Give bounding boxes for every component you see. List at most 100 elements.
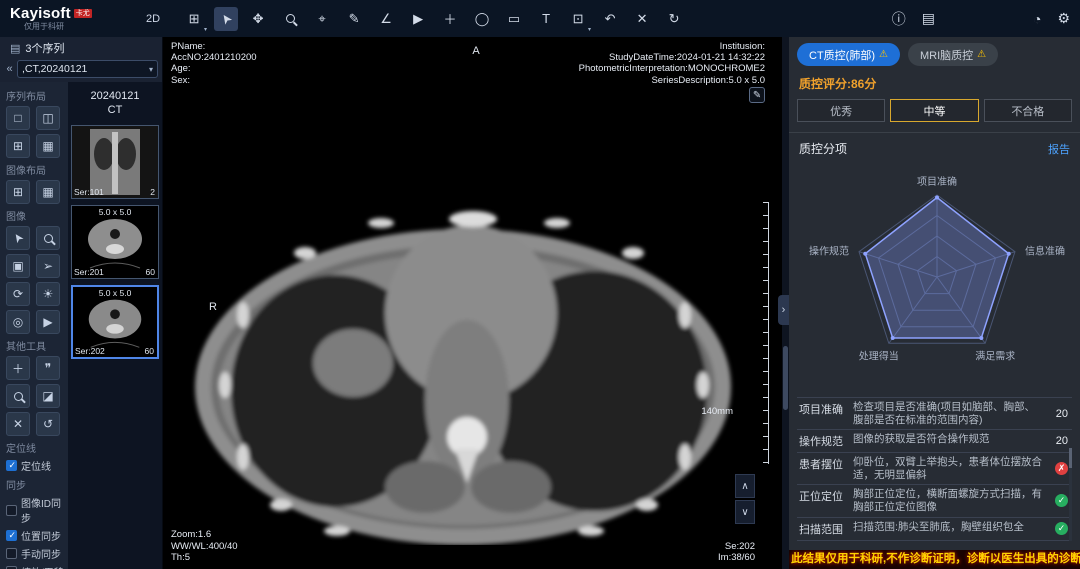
other-delete-button[interactable]: ✕ — [6, 412, 30, 436]
report-link[interactable]: 报告 — [1048, 141, 1070, 157]
table-scrollbar[interactable] — [1069, 448, 1072, 541]
crosshair-tool[interactable]: ⌖ — [310, 7, 334, 31]
tab-ct-lung-qc[interactable]: CT质控(肺部) ⚠ — [797, 43, 900, 66]
chevron-down-icon: ▾ — [204, 26, 207, 33]
thickness-label: Th:5 — [171, 552, 238, 563]
zoom-tool[interactable] — [278, 7, 302, 31]
series-overlay: Se:202 Im:38/60 — [718, 541, 755, 563]
series-count-label: 3个序列 — [25, 40, 64, 56]
table-row: 项目准确 检查项目是否准确(项目如脑部、胸部、腹部是否在标准的范围内容) 20 — [797, 398, 1072, 430]
sync-label: 位置同步 — [21, 528, 61, 543]
cursor-icon: ➤ — [9, 230, 26, 246]
image-play-button[interactable]: ▶ — [36, 310, 60, 334]
image-layout-2x2-button[interactable]: ⊞ — [6, 180, 30, 204]
measurement-ruler — [762, 202, 769, 464]
magnifier-icon — [286, 14, 295, 23]
window-label: WW/WL:400/40 — [171, 541, 238, 552]
tab-mri-brain-qc[interactable]: MRI脑质控 ⚠ — [908, 43, 998, 66]
section-label-image-layout: 图像布局 — [6, 162, 68, 177]
zoom-overlay: Zoom:1.6 WW/WL:400/40 Th:5 — [171, 529, 238, 563]
measure-icon: ∠ — [380, 11, 392, 27]
other-comment-button[interactable]: ❞ — [36, 356, 60, 380]
series-thumbnail-201[interactable]: 5.0 x 5.0 Ser:201 60 — [71, 205, 159, 279]
layout-1x2-button[interactable]: ◫ — [36, 106, 60, 130]
rotate-tool[interactable]: ↻ — [662, 7, 686, 31]
settings-button[interactable]: ⚙ — [1057, 10, 1070, 27]
radar-axis-label: 处理得当 — [859, 349, 899, 362]
other-reset-button[interactable]: ↺ — [36, 412, 60, 436]
ct-image[interactable] — [185, 195, 745, 545]
info-button[interactable]: ⓘ — [892, 9, 906, 29]
other-search-button[interactable] — [6, 384, 30, 408]
layout-3x3-button[interactable]: ▦ — [36, 134, 60, 158]
orientation-right: R — [209, 301, 217, 313]
sex-label: Sex: — [171, 75, 257, 86]
text-tool[interactable]: T — [534, 7, 558, 31]
collapse-left-panel-button[interactable]: « — [4, 63, 15, 75]
undo-icon: ↶ — [605, 11, 616, 27]
text-grid-tool[interactable]: ⊡ ▾ — [566, 7, 590, 31]
criterion-desc: 检查项目是否准确(项目如脑部、胸部、腹部是否在标准的范围内容) — [849, 398, 1046, 429]
pname-label: PName: — [171, 41, 257, 52]
grade-fail-button[interactable]: 不合格 — [984, 99, 1072, 122]
other-add-button[interactable]: ＋ — [6, 356, 30, 380]
pencil-icon: ✎ — [753, 90, 761, 101]
series-panel-icon: ▤ — [10, 42, 20, 55]
rect-tool[interactable]: ▭ — [502, 7, 526, 31]
radar-axis-label: 信息准确 — [1025, 245, 1065, 258]
series-thumbnail-101[interactable]: Ser:101 2 — [71, 125, 159, 199]
scrollbar-thumb[interactable] — [783, 346, 788, 410]
study-label: 20240121 CT — [68, 90, 162, 118]
annotation-edit-button[interactable]: ✎ — [749, 87, 765, 103]
panel-expand-handle[interactable]: › — [778, 295, 789, 325]
slice-down-button[interactable]: ∨ — [735, 500, 755, 524]
sync-option-position[interactable]: 位置同步 — [6, 528, 68, 543]
criterion-name: 患者摆位 — [797, 453, 849, 484]
image-cursor-button[interactable]: ➤ — [6, 226, 30, 250]
localizer-toggle[interactable]: 定位线 — [6, 458, 68, 473]
grade-medium-button[interactable]: 中等 — [890, 99, 978, 122]
grade-excellent-button[interactable]: 优秀 — [797, 99, 885, 122]
add-tool[interactable]: ＋ — [438, 7, 462, 31]
study-date: 20240121 — [68, 90, 162, 104]
play-icon: ▶ — [413, 11, 423, 27]
play-cursor-tool[interactable]: ▶ — [406, 7, 430, 31]
series-thumbnail-202[interactable]: 5.0 x 5.0 Ser:202 60 — [71, 285, 159, 359]
pencil-tool[interactable]: ✎ — [342, 7, 366, 31]
research-note: 仅用于科研 — [10, 23, 128, 31]
tool-sidebar: 序列布局 □ ◫ ⊞ ▦ 图像布局 ⊞ ▦ 图像 ➤ — [0, 82, 68, 569]
thumb-count-label: 2 — [150, 187, 155, 197]
layout-2x2-icon: ⊞ — [13, 139, 23, 153]
history-button[interactable]: ◔ — [1033, 11, 1041, 27]
image-zoom-button[interactable] — [36, 226, 60, 250]
brand-seal: 卡尤 — [74, 9, 92, 18]
brand-logo: Kayisoft 卡尤 仅用于科研 — [10, 6, 128, 31]
image-copy-button[interactable]: ▣ — [6, 254, 30, 278]
report-button[interactable]: ▤ — [922, 10, 935, 27]
sync-option-zoom-pan[interactable]: 缩放/平移 — [6, 564, 68, 569]
layout-1x1-button[interactable]: □ — [6, 106, 30, 130]
cursor-tool[interactable]: ➤ — [214, 7, 238, 31]
ellipse-tool[interactable]: ◯ — [470, 7, 494, 31]
image-send-button[interactable]: ➢ — [36, 254, 60, 278]
layout-grid-tool[interactable]: ⊞ ▾ — [182, 7, 206, 31]
image-rotate3d-button[interactable]: ⟳ — [6, 282, 30, 306]
criterion-desc: 仰卧位，双臂上举抱头，患者体位摆放合适，无明显偏斜 — [849, 453, 1046, 484]
measure-tool[interactable]: ∠ — [374, 7, 398, 31]
other-eraser-button[interactable]: ◪ — [36, 384, 60, 408]
thumbnail-panel: 20240121 CT Ser:101 2 — [68, 82, 162, 569]
undo-tool[interactable]: ↶ — [598, 7, 622, 31]
slice-up-button[interactable]: ∧ — [735, 474, 755, 498]
close-tool[interactable]: ✕ — [630, 7, 654, 31]
pan-tool[interactable]: ✥ — [246, 7, 270, 31]
image-brightness-button[interactable]: ☀ — [36, 282, 60, 306]
sync-option-manual[interactable]: 手动同步 — [6, 546, 68, 561]
image-target-button[interactable]: ◎ — [6, 310, 30, 334]
image-layout-3x3-button[interactable]: ▦ — [36, 180, 60, 204]
sync-option-image-id[interactable]: 图像ID同步 — [6, 495, 68, 525]
toolbar-right: ⓘ ▤ ◔ ⚙ — [892, 9, 1070, 29]
scrollbar-thumb[interactable] — [1069, 448, 1072, 468]
series-select[interactable]: ,CT,20240121 ▾ — [17, 60, 158, 78]
layout-2x2-button[interactable]: ⊞ — [6, 134, 30, 158]
info-icon: ⓘ — [892, 11, 906, 27]
